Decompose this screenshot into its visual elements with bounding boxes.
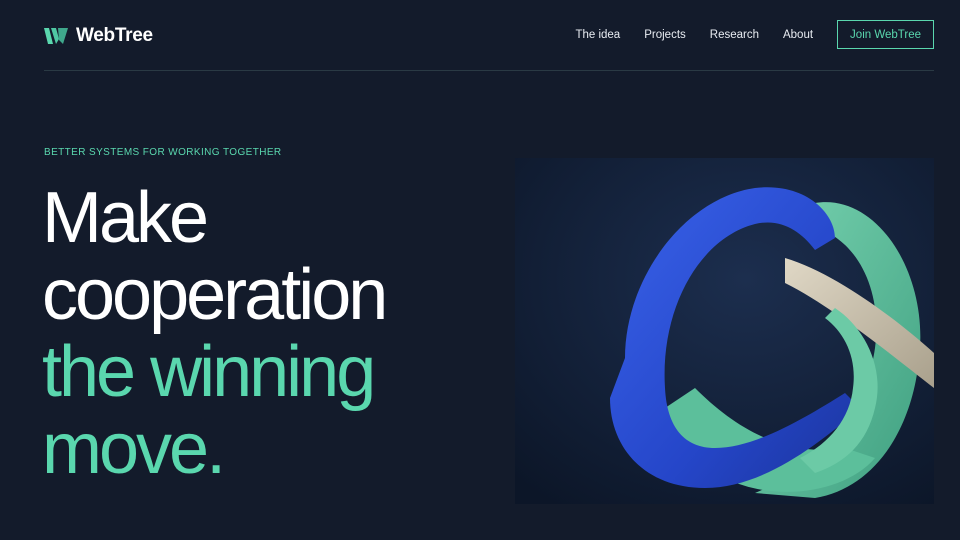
webtree-w-logo-icon (44, 28, 68, 44)
headline-line-3: the winning (42, 332, 376, 412)
nav-link-projects[interactable]: Projects (644, 29, 686, 41)
intertwined-ribbon-sculpture (515, 158, 934, 504)
headline-line-1: Make (42, 178, 209, 258)
nav-link-research[interactable]: Research (710, 29, 759, 41)
nav-link-the-idea[interactable]: The idea (575, 29, 620, 41)
brand-logo[interactable]: WebTree (44, 22, 153, 50)
headline-line-4: move. (42, 409, 226, 489)
hero-headline: Make cooperation the winning move. (42, 180, 502, 488)
brand-name: WebTree (76, 25, 153, 46)
hero-image (515, 158, 934, 504)
headline-line-2: cooperation (42, 255, 388, 335)
site-header: WebTree The idea Projects Research About… (44, 0, 934, 71)
nav-link-about[interactable]: About (783, 29, 813, 41)
main-nav: The idea Projects Research About Join We… (575, 19, 934, 50)
hero-eyebrow: BETTER SYSTEMS FOR WORKING TOGETHER (44, 147, 282, 158)
join-button[interactable]: Join WebTree (837, 20, 934, 49)
